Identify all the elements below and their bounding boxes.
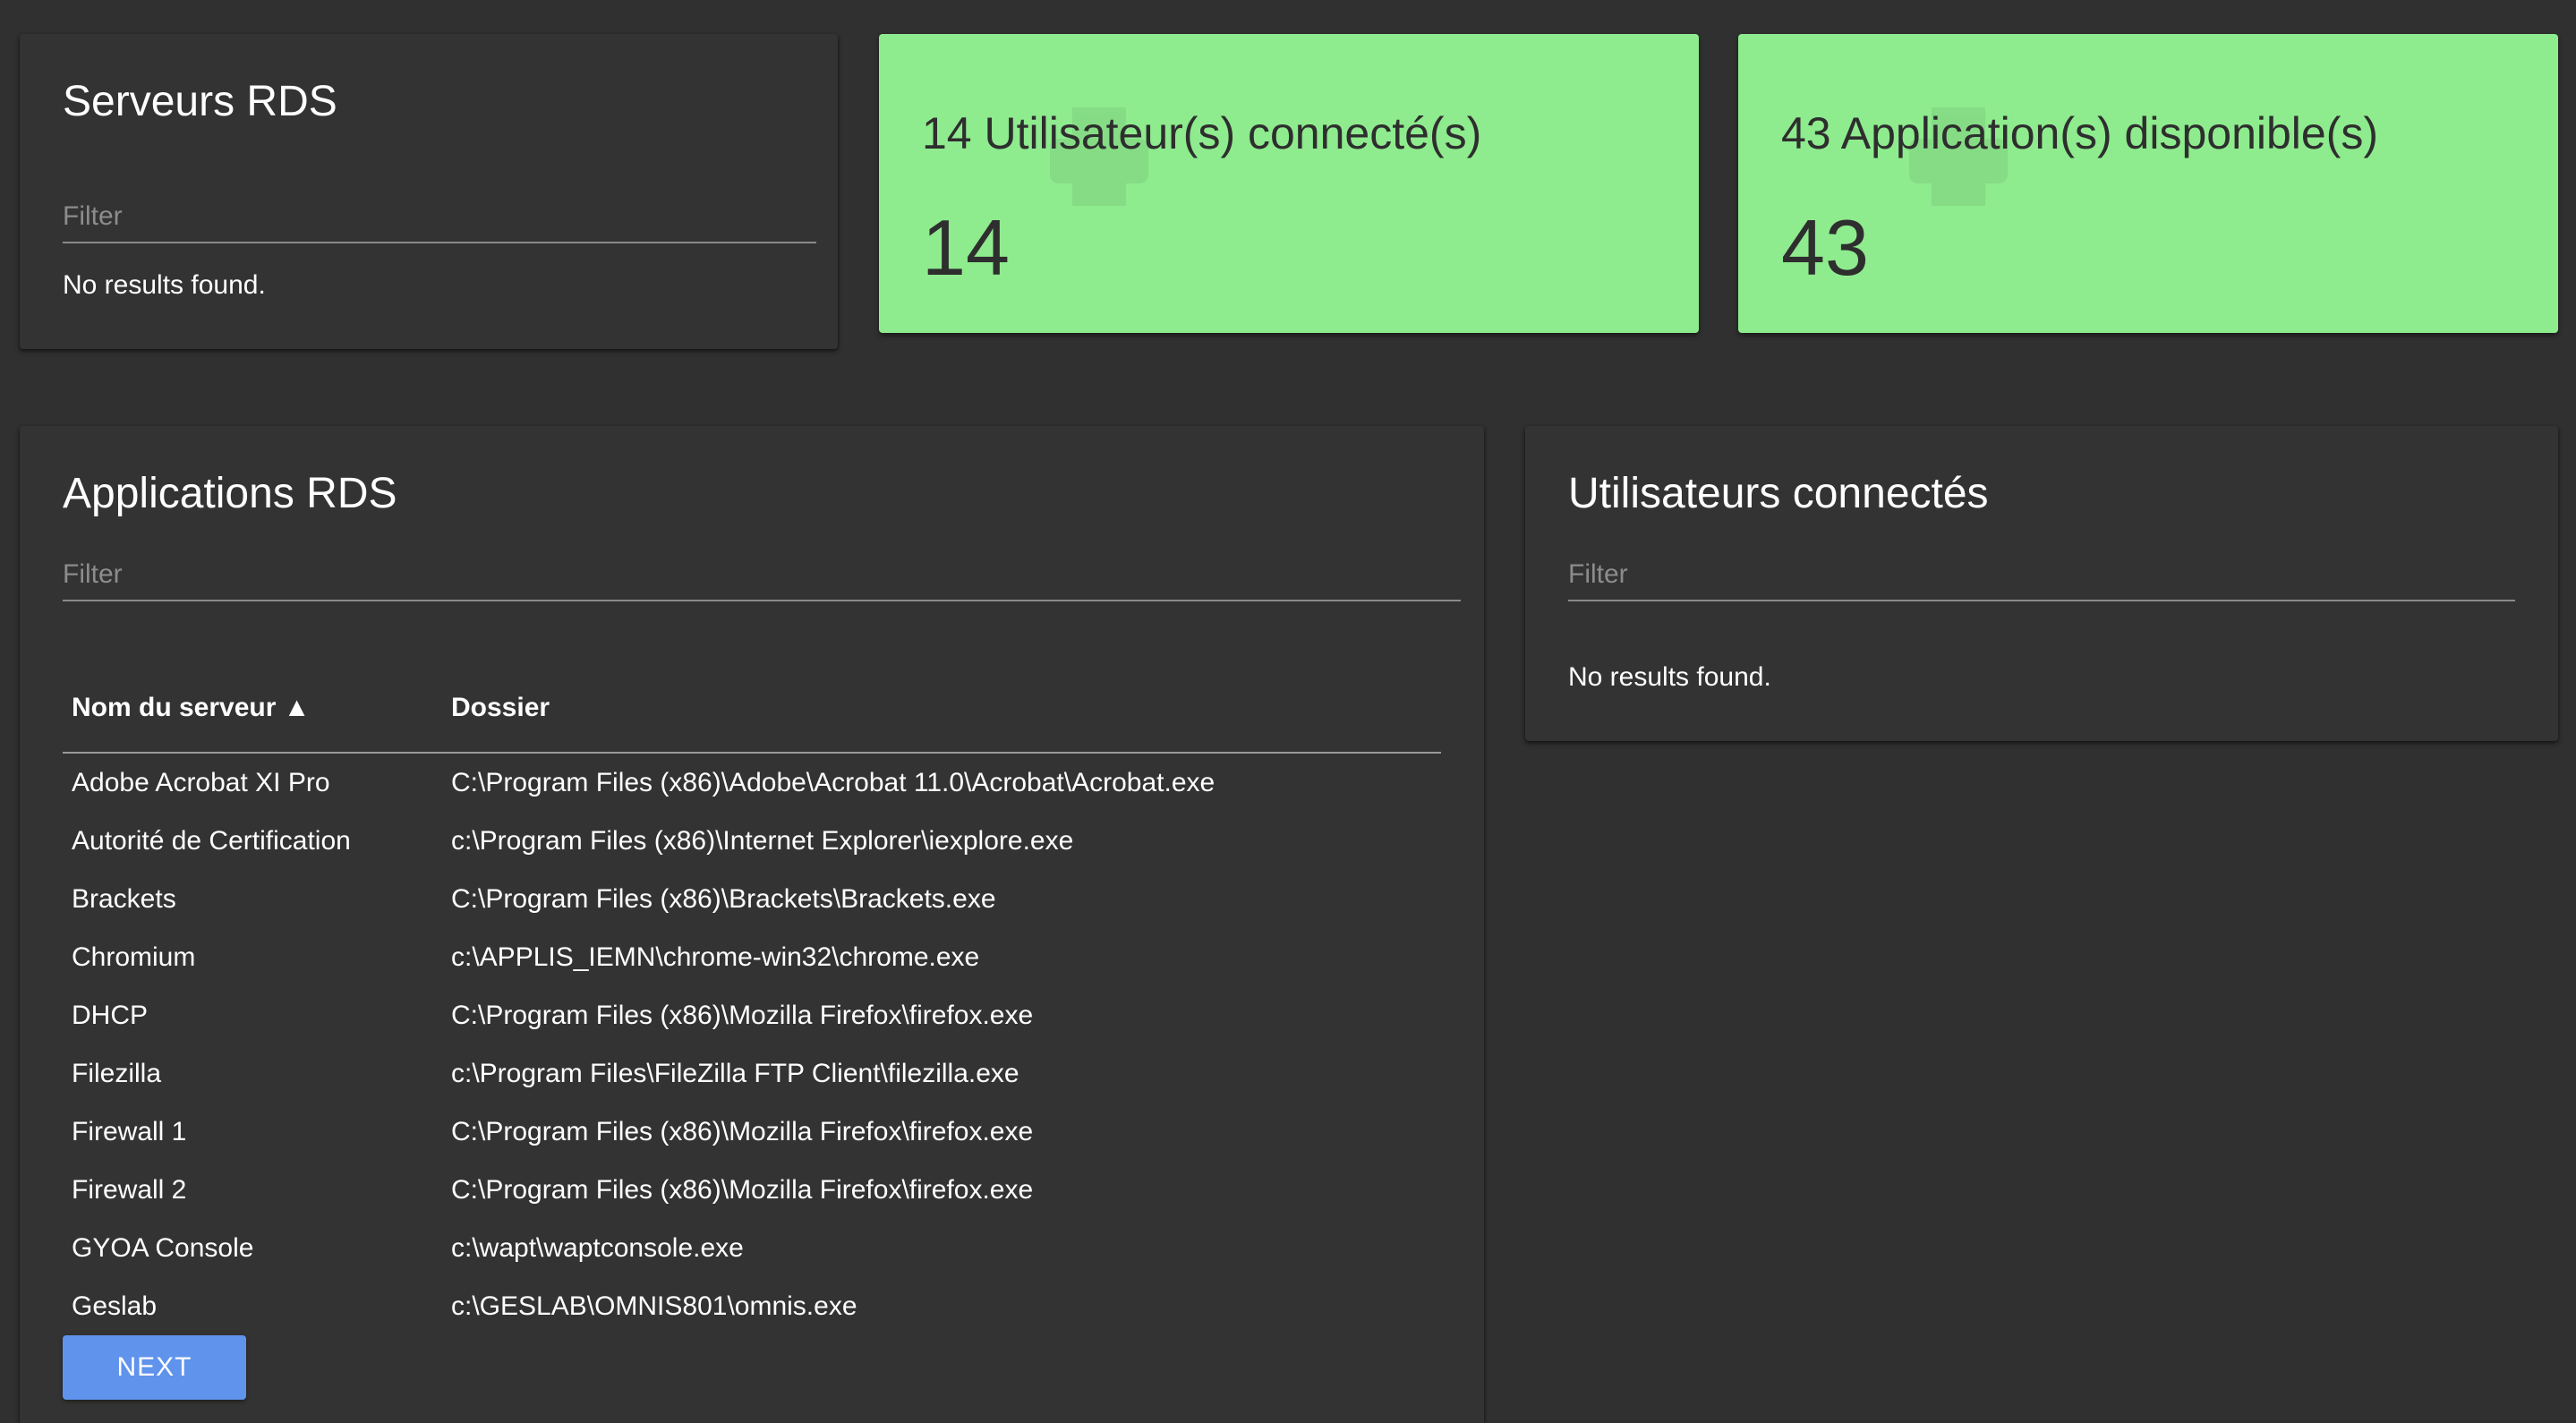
table-row[interactable]: Autorité de Certification c:\Program Fil… bbox=[63, 812, 1441, 870]
users-stat-title: 14 Utilisateur(s) connecté(s) bbox=[922, 108, 1482, 158]
servers-card-title: Serveurs RDS bbox=[63, 78, 337, 125]
users-stat-value: 14 bbox=[922, 203, 1010, 292]
servers-empty-message: No results found. bbox=[63, 270, 266, 300]
users-empty-message: No results found. bbox=[1568, 662, 1771, 692]
users-filter-input[interactable] bbox=[1568, 550, 2515, 600]
table-row[interactable]: Firewall 1 C:\Program Files (x86)\Mozill… bbox=[63, 1103, 1441, 1161]
app-path: C:\Program Files (x86)\Adobe\Acrobat 11.… bbox=[451, 768, 1215, 797]
app-path: c:\APPLIS_IEMN\chrome-win32\chrome.exe bbox=[451, 942, 980, 972]
app-name: Firewall 1 bbox=[72, 1117, 187, 1146]
column-header-server-name[interactable]: Nom du serveur ▲ bbox=[72, 693, 310, 723]
apps-card-title: Applications RDS bbox=[63, 470, 397, 517]
app-name: Adobe Acrobat XI Pro bbox=[72, 768, 330, 797]
app-path: C:\Program Files (x86)\Mozilla Firefox\f… bbox=[451, 1175, 1034, 1205]
table-row[interactable]: Brackets C:\Program Files (x86)\Brackets… bbox=[63, 870, 1441, 928]
app-name: Filezilla bbox=[72, 1059, 162, 1088]
apps-filter-input[interactable] bbox=[63, 550, 1461, 600]
users-card-title: Utilisateurs connectés bbox=[1568, 470, 1989, 517]
table-row[interactable]: Adobe Acrobat XI Pro C:\Program Files (x… bbox=[63, 754, 1441, 812]
servers-card: Serveurs RDS No results found. bbox=[20, 34, 838, 349]
table-row[interactable]: GYOA Console c:\wapt\waptconsole.exe bbox=[63, 1219, 1441, 1277]
app-path: c:\GESLAB\OMNIS801\omnis.exe bbox=[451, 1291, 857, 1321]
table-row[interactable]: Chromium c:\APPLIS_IEMN\chrome-win32\chr… bbox=[63, 928, 1441, 986]
servers-filter-wrap bbox=[63, 192, 816, 243]
app-name: DHCP bbox=[72, 1001, 149, 1030]
users-stat-card: 14 Utilisateur(s) connecté(s) 14 bbox=[879, 34, 1699, 333]
app-name: Firewall 2 bbox=[72, 1175, 187, 1205]
users-card: Utilisateurs connectés No results found. bbox=[1525, 426, 2558, 741]
column-header-folder[interactable]: Dossier bbox=[451, 693, 550, 723]
app-name: GYOA Console bbox=[72, 1233, 254, 1263]
next-button[interactable]: NEXT bbox=[63, 1335, 246, 1400]
app-path: c:\wapt\waptconsole.exe bbox=[451, 1233, 744, 1263]
apps-table: Nom du serveur ▲ Dossier Adobe Acrobat X… bbox=[63, 666, 1441, 1335]
app-name: Geslab bbox=[72, 1291, 158, 1321]
app-name: Chromium bbox=[72, 942, 196, 972]
table-row[interactable]: Filezilla c:\Program Files\FileZilla FTP… bbox=[63, 1044, 1441, 1103]
app-path: C:\Program Files (x86)\Mozilla Firefox\f… bbox=[451, 1001, 1034, 1030]
apps-stat-card: 43 Application(s) disponible(s) 43 bbox=[1738, 34, 2558, 333]
app-path: c:\Program Files (x86)\Internet Explorer… bbox=[451, 826, 1074, 856]
apps-stat-title: 43 Application(s) disponible(s) bbox=[1781, 108, 2379, 158]
apps-stat-value: 43 bbox=[1781, 203, 1869, 292]
servers-filter-input[interactable] bbox=[63, 192, 816, 242]
app-path: c:\Program Files\FileZilla FTP Client\fi… bbox=[451, 1059, 1019, 1088]
apps-table-header: Nom du serveur ▲ Dossier bbox=[63, 666, 1441, 754]
app-path: C:\Program Files (x86)\Brackets\Brackets… bbox=[451, 884, 996, 914]
table-row[interactable]: Geslab c:\GESLAB\OMNIS801\omnis.exe bbox=[63, 1277, 1441, 1335]
app-name: Brackets bbox=[72, 884, 176, 914]
table-row[interactable]: DHCP C:\Program Files (x86)\Mozilla Fire… bbox=[63, 986, 1441, 1044]
app-path: C:\Program Files (x86)\Mozilla Firefox\f… bbox=[451, 1117, 1034, 1146]
apps-filter-wrap bbox=[63, 550, 1461, 601]
table-row[interactable]: Firewall 2 C:\Program Files (x86)\Mozill… bbox=[63, 1161, 1441, 1219]
app-name: Autorité de Certification bbox=[72, 826, 351, 856]
users-filter-wrap bbox=[1568, 550, 2515, 601]
